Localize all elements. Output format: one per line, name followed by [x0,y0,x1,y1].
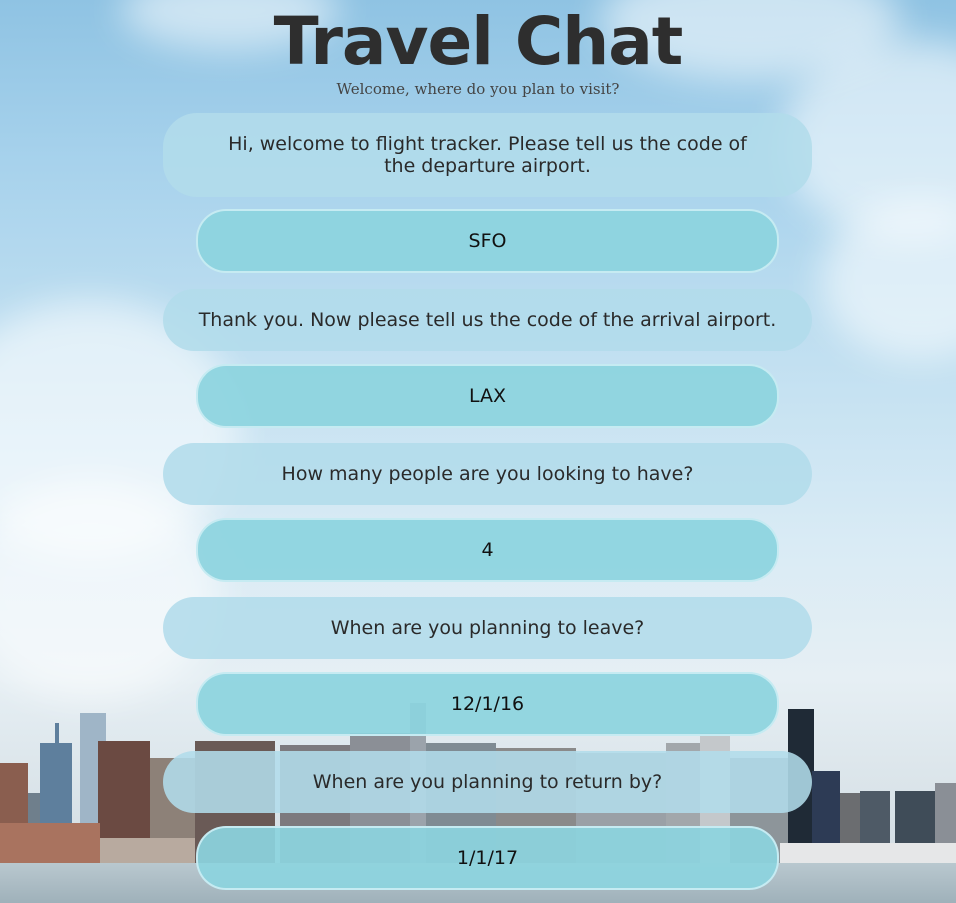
user-message-text: 12/1/16 [450,693,525,715]
user-message: 4 [196,518,779,582]
user-message-text: LAX [468,385,507,407]
bot-message-text: When are you planning to return by? [312,771,663,793]
user-message: LAX [196,364,779,428]
bot-message-text: How many people are you looking to have? [281,463,694,485]
user-message-text: 4 [481,539,494,561]
bot-message: When are you planning to leave? [163,597,812,659]
bot-message-text: Hi, welcome to flight tracker. Please te… [228,133,747,177]
bot-message-text: When are you planning to leave? [330,617,645,639]
bot-message: Thank you. Now please tell us the code o… [163,289,812,351]
user-message: 12/1/16 [196,672,779,736]
bot-message: Hi, welcome to flight tracker. Please te… [163,113,812,197]
bot-message-text: Thank you. Now please tell us the code o… [198,309,777,331]
bot-message: When are you planning to return by? [163,751,812,813]
user-message: 1/1/17 [196,826,779,890]
user-message-text: 1/1/17 [456,847,519,869]
user-message: SFO [196,209,779,273]
bot-message: How many people are you looking to have? [163,443,812,505]
user-message-text: SFO [468,230,507,252]
chat-thread: Hi, welcome to flight tracker. Please te… [0,0,956,903]
